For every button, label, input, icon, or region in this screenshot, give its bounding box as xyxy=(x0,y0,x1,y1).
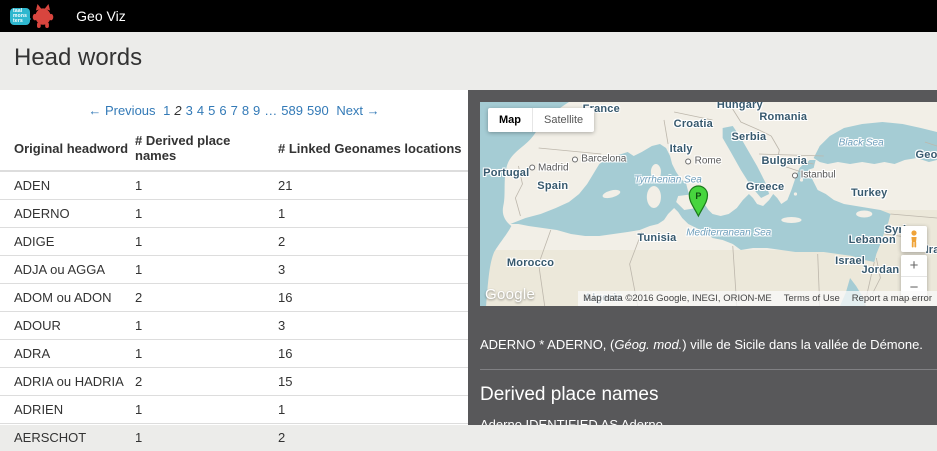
zoom-in-button[interactable]: + xyxy=(901,255,927,277)
page-ellipsis: … xyxy=(264,103,277,118)
headwords-table: Original headword# Derived place names# … xyxy=(0,127,468,451)
table-row[interactable]: ADIGE12 xyxy=(0,228,468,256)
entry-prefix: ADERNO * ADERNO, ( xyxy=(480,337,614,352)
monster-icon xyxy=(32,4,54,28)
detail-panel: P FranceHungaryCroatiaRomaniaSerbiaBulga… xyxy=(468,90,937,425)
page-link[interactable]: 1 xyxy=(163,103,170,118)
cell-linked-count: 2 xyxy=(278,228,468,256)
pegman-button[interactable] xyxy=(901,226,927,252)
satellite-button[interactable]: Satellite xyxy=(532,108,594,132)
derived-place-names-heading: Derived place names xyxy=(480,384,937,406)
cell-linked-count: 15 xyxy=(278,368,468,396)
table-row[interactable]: AERSCHOT12 xyxy=(0,424,468,451)
map-button[interactable]: Map xyxy=(488,108,532,132)
attribution-text: Map data ©2016 Google, INEGI, ORION-ME xyxy=(583,293,772,304)
cell-linked-count: 1 xyxy=(278,200,468,228)
terms-of-use-link[interactable]: Terms of Use xyxy=(784,293,840,304)
cell-headword: ADEN xyxy=(0,171,135,200)
cell-linked-count: 16 xyxy=(278,340,468,368)
cell-linked-count: 3 xyxy=(278,312,468,340)
pagination-prev[interactable]: ← Previous xyxy=(88,103,155,118)
derived-place-name-item: Aderno IDENTIFIED AS Aderno xyxy=(480,417,937,425)
map-geography: P xyxy=(480,102,937,306)
pagination-pages: 123456789 … 589 590 xyxy=(161,103,331,118)
cell-derived-count: 1 xyxy=(135,256,278,284)
cell-linked-count: 21 xyxy=(278,171,468,200)
cell-linked-count: 3 xyxy=(278,256,468,284)
page-link[interactable]: 589 xyxy=(281,103,303,118)
cell-derived-count: 1 xyxy=(135,171,278,200)
speech-bubble-icon: taal mons ters xyxy=(10,8,30,25)
cell-headword: ADOM ou ADON xyxy=(0,284,135,312)
cell-linked-count: 2 xyxy=(278,424,468,451)
page-link[interactable]: 9 xyxy=(253,103,260,118)
page-link[interactable]: 7 xyxy=(231,103,238,118)
column-header: # Linked Geonames locations xyxy=(278,127,468,171)
page-current: 2 xyxy=(174,103,181,118)
taalmonsters-logo[interactable]: taal mons ters xyxy=(10,4,54,28)
page-header: Head words xyxy=(0,32,937,90)
page-link[interactable]: 6 xyxy=(219,103,226,118)
google-logo[interactable]: Google xyxy=(485,286,535,303)
headwords-panel: ← Previous 123456789…589590 Next → Origi… xyxy=(0,90,468,425)
cell-headword: ADRIA ou HADRIA xyxy=(0,368,135,396)
page-link[interactable]: 8 xyxy=(242,103,249,118)
map-attribution: Map data ©2016 Google, INEGI, ORION-ME T… xyxy=(578,291,937,306)
page-title: Head words xyxy=(14,44,923,72)
page-link[interactable]: 3 xyxy=(186,103,193,118)
report-map-error-link[interactable]: Report a map error xyxy=(852,293,932,304)
cell-derived-count: 1 xyxy=(135,312,278,340)
pagination: ← Previous 123456789 … 589 590 Next → xyxy=(0,90,468,127)
entry-suffix: ) ville de Sicile dans la vallée de Démo… xyxy=(682,337,923,352)
headword-entry-text: ADERNO * ADERNO, (Géog. mod.) ville de S… xyxy=(480,336,925,354)
map-type-control: Map Satellite xyxy=(488,108,594,132)
logo-text-line: ters xyxy=(13,19,27,24)
cell-headword: ADRA xyxy=(0,340,135,368)
table-row[interactable]: ADRA116 xyxy=(0,340,468,368)
cell-derived-count: 1 xyxy=(135,228,278,256)
page-link[interactable]: 4 xyxy=(197,103,204,118)
navbar: taal mons ters Geo Viz xyxy=(0,0,937,32)
table-header-row: Original headword# Derived place names# … xyxy=(0,127,468,171)
cell-headword: ADIGE xyxy=(0,228,135,256)
map-canvas[interactable]: P FranceHungaryCroatiaRomaniaSerbiaBulga… xyxy=(480,102,937,306)
cell-derived-count: 2 xyxy=(135,368,278,396)
cell-derived-count: 2 xyxy=(135,284,278,312)
app-title: Geo Viz xyxy=(76,8,126,24)
cell-linked-count: 16 xyxy=(278,284,468,312)
detail-divider xyxy=(480,369,937,370)
cell-headword: ADJA ou AGGA xyxy=(0,256,135,284)
marker-letter: P xyxy=(695,191,701,201)
cell-headword: ADERNO xyxy=(0,200,135,228)
page-link[interactable]: 5 xyxy=(208,103,215,118)
table-row[interactable]: ADERNO11 xyxy=(0,200,468,228)
cell-headword: AERSCHOT xyxy=(0,424,135,451)
page-link[interactable]: 590 xyxy=(307,103,329,118)
entry-italic: Géog. mod. xyxy=(614,337,682,352)
table-row[interactable]: ADEN121 xyxy=(0,171,468,200)
table-row[interactable]: ADRIA ou HADRIA215 xyxy=(0,368,468,396)
table-row[interactable]: ADOUR13 xyxy=(0,312,468,340)
table-row[interactable]: ADOM ou ADON216 xyxy=(0,284,468,312)
column-header: # Derived place names xyxy=(135,127,278,171)
table-row[interactable]: ADJA ou AGGA13 xyxy=(0,256,468,284)
column-header: Original headword xyxy=(0,127,135,171)
pegman-icon xyxy=(908,230,920,248)
cell-headword: ADOUR xyxy=(0,312,135,340)
table-body: ADEN121ADERNO11ADIGE12ADJA ou AGGA13ADOM… xyxy=(0,171,468,451)
cell-derived-count: 1 xyxy=(135,340,278,368)
cell-derived-count: 1 xyxy=(135,200,278,228)
pagination-next[interactable]: Next → xyxy=(336,103,379,118)
cell-derived-count: 1 xyxy=(135,424,278,451)
